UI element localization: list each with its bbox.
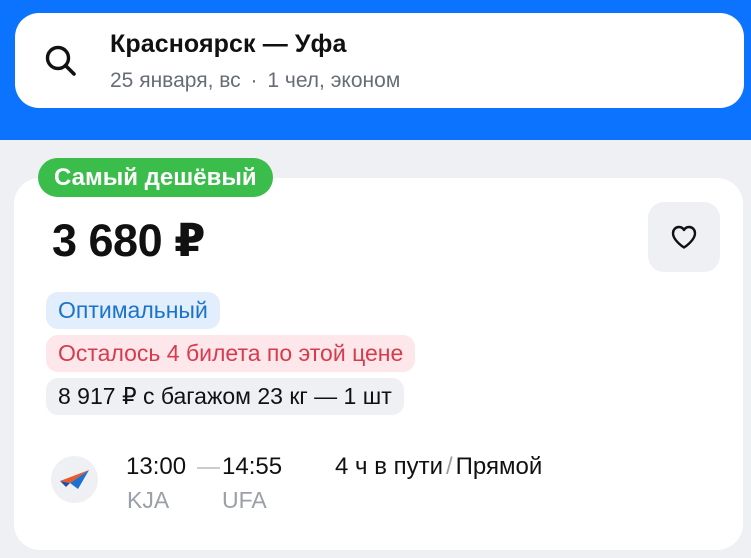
ticket-price: 3 680 ₽ xyxy=(52,215,205,266)
search-summary[interactable]: Красноярск — Уфа 25 января, вс · 1 чел, … xyxy=(15,13,744,108)
arrival-time: 14:55 xyxy=(222,453,283,480)
flight-duration: 4 ч в пути / Прямой xyxy=(335,453,542,481)
search-separator: · xyxy=(250,69,258,92)
duration-separator: / xyxy=(446,453,453,480)
duration-text: 4 ч в пути xyxy=(335,453,443,480)
airline-logo xyxy=(51,456,98,503)
arrival-airport: UFA xyxy=(222,487,267,513)
search-date: 25 января, вс xyxy=(110,69,241,92)
route-title: Красноярск — Уфа xyxy=(110,30,347,58)
favorite-button[interactable] xyxy=(648,202,720,272)
airline-logo-icon xyxy=(59,469,89,489)
departure-airport: KJA xyxy=(127,487,170,513)
search-passengers: 1 чел, эконом xyxy=(267,69,401,92)
optimal-tag: Оптимальный xyxy=(46,292,220,329)
heart-icon xyxy=(671,225,697,249)
flight-type: Прямой xyxy=(455,453,543,480)
search-icon[interactable] xyxy=(42,42,80,80)
seats-left-tag: Осталось 4 билета по этой цене xyxy=(46,335,416,372)
departure-time: 13:00 xyxy=(126,453,187,480)
cheapest-badge: Самый дешёвый xyxy=(38,158,273,197)
search-details: 25 января, вс · 1 чел, эконом xyxy=(110,69,400,93)
baggage-tag[interactable]: 8 917 ₽ с багажом 23 кг — 1 шт xyxy=(46,378,404,415)
time-divider xyxy=(197,467,220,469)
